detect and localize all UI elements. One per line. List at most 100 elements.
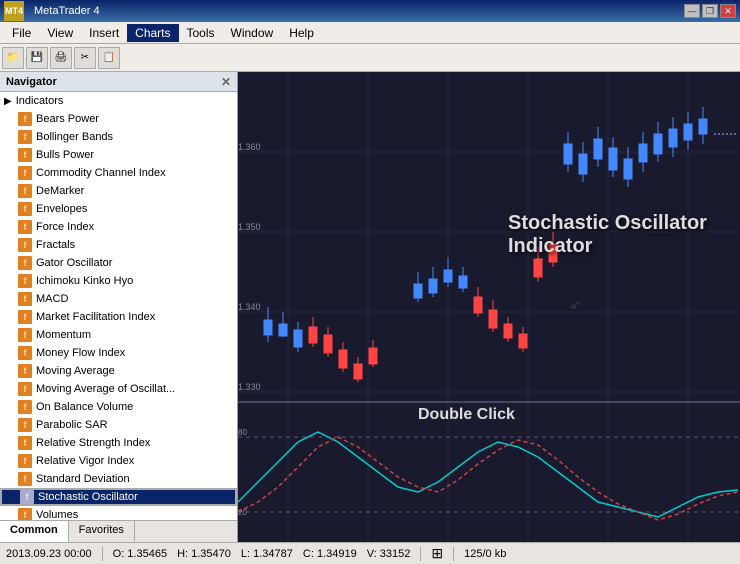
list-item[interactable]: f Gator Oscillator — [0, 254, 237, 272]
indicator-icon: f — [18, 472, 32, 486]
navigator-panel: Navigator ✕ ▶ Indicators f Bears Power f… — [0, 72, 238, 542]
list-item[interactable]: f Volumes — [0, 506, 237, 520]
status-separator-3 — [453, 547, 454, 561]
list-item[interactable]: f Force Index — [0, 218, 237, 236]
title-bar-left: MT4 MetaTrader 4 — [4, 1, 100, 21]
list-item[interactable]: f Envelopes — [0, 200, 237, 218]
status-open: O: 1.35465 — [113, 548, 167, 560]
indicator-icon: f — [18, 166, 32, 180]
indicator-icon: f — [18, 220, 32, 234]
indicator-icon: f — [18, 454, 32, 468]
list-item[interactable]: f Bears Power — [0, 110, 237, 128]
tab-common[interactable]: Common — [0, 521, 69, 542]
double-click-label: Double Click — [418, 406, 515, 424]
nav-indicators-root-label: Indicators — [16, 95, 64, 107]
status-bars-icon: ⊞ — [431, 545, 443, 562]
indicator-icon: f — [18, 328, 32, 342]
status-high: H: 1.35470 — [177, 548, 231, 560]
menu-charts[interactable]: Charts — [127, 24, 178, 42]
toolbar-btn-2[interactable]: 💾 — [26, 47, 48, 69]
indicator-icon: f — [18, 184, 32, 198]
indicator-icon: f — [18, 364, 32, 378]
status-volume: V: 33152 — [367, 548, 411, 560]
list-item[interactable]: f Bollinger Bands — [0, 128, 237, 146]
list-item[interactable]: f Ichimoku Kinko Hyo — [0, 272, 237, 290]
nav-indicators-root[interactable]: ▶ Indicators — [0, 92, 237, 110]
menu-bar: File View Insert Charts Tools Window Hel… — [0, 22, 740, 44]
status-bar: 2013.09.23 00:00 O: 1.35465 H: 1.35470 L… — [0, 542, 740, 564]
status-separator-1 — [102, 547, 103, 561]
app-icon: MT4 — [4, 1, 24, 21]
status-low: L: 1.34787 — [241, 548, 293, 560]
list-item[interactable]: f MACD — [0, 290, 237, 308]
svg-text:1.350: 1.350 — [238, 222, 261, 232]
toolbar-btn-1[interactable]: 📁 — [2, 47, 24, 69]
svg-text:1.330: 1.330 — [238, 382, 261, 392]
list-item[interactable]: f Relative Vigor Index — [0, 452, 237, 470]
status-datetime: 2013.09.23 00:00 — [6, 548, 92, 560]
title-bar: MT4 MetaTrader 4 — ❐ ✕ — [0, 0, 740, 22]
indicator-icon: f — [18, 274, 32, 288]
list-item[interactable]: f Parabolic SAR — [0, 416, 237, 434]
list-item[interactable]: f Money Flow Index — [0, 344, 237, 362]
list-item[interactable]: f Fractals — [0, 236, 237, 254]
list-item[interactable]: f DeMarker — [0, 182, 237, 200]
menu-help[interactable]: Help — [281, 24, 322, 42]
indicator-icon: f — [18, 112, 32, 126]
svg-text:80: 80 — [238, 428, 247, 437]
toolbar: 📁 💾 🖨 ✂ 📋 — [0, 44, 740, 72]
list-item[interactable]: f Moving Average — [0, 362, 237, 380]
indicator-icon: f — [18, 508, 32, 520]
indicator-icon: f — [18, 130, 32, 144]
list-item[interactable]: f Relative Strength Index — [0, 434, 237, 452]
annotation-arrow: ↙ — [570, 297, 581, 313]
navigator-header: Navigator ✕ — [0, 72, 237, 92]
menu-insert[interactable]: Insert — [81, 24, 127, 42]
title-bar-title: MetaTrader 4 — [34, 5, 100, 17]
status-separator-2 — [420, 547, 421, 561]
menu-view[interactable]: View — [39, 24, 81, 42]
indicator-icon: f — [18, 436, 32, 450]
menu-window[interactable]: Window — [223, 24, 282, 42]
toolbar-btn-5[interactable]: 📋 — [98, 47, 120, 69]
indicator-icon: f — [18, 382, 32, 396]
toolbar-btn-4[interactable]: ✂ — [74, 47, 96, 69]
navigator-list[interactable]: ▶ Indicators f Bears Power f Bollinger B… — [0, 92, 237, 520]
menu-tools[interactable]: Tools — [179, 24, 223, 42]
list-item[interactable]: f Bulls Power — [0, 146, 237, 164]
list-item[interactable]: f Moving Average of Oscillat... — [0, 380, 237, 398]
status-close: C: 1.34919 — [303, 548, 357, 560]
minimize-button[interactable]: — — [684, 4, 700, 18]
list-item[interactable]: f Momentum — [0, 326, 237, 344]
navigator-close-button[interactable]: ✕ — [221, 75, 231, 89]
indicator-icon: f — [18, 202, 32, 216]
svg-text:20: 20 — [238, 508, 247, 517]
indicator-icon: f — [18, 400, 32, 414]
indicator-icon: f — [18, 346, 32, 360]
navigator-tabs: Common Favorites — [0, 520, 237, 542]
tab-favorites[interactable]: Favorites — [69, 521, 135, 542]
list-item[interactable]: f Commodity Channel Index — [0, 164, 237, 182]
list-item[interactable]: f Standard Deviation — [0, 470, 237, 488]
restore-button[interactable]: ❐ — [702, 4, 718, 18]
list-item[interactable]: f On Balance Volume — [0, 398, 237, 416]
svg-text:1.360: 1.360 — [238, 142, 261, 152]
list-item[interactable]: f Market Facilitation Index — [0, 308, 237, 326]
list-item-stochastic[interactable]: f Stochastic Oscillator — [0, 488, 237, 506]
close-button[interactable]: ✕ — [720, 4, 736, 18]
indicator-icon: f — [18, 238, 32, 252]
indicator-icon-selected: f — [20, 490, 34, 504]
svg-text:1.340: 1.340 — [238, 302, 261, 312]
menu-file[interactable]: File — [4, 24, 39, 42]
indicator-icon: f — [18, 256, 32, 270]
toolbar-btn-3[interactable]: 🖨 — [50, 47, 72, 69]
indicator-icon: f — [18, 148, 32, 162]
status-memory: 125/0 kb — [464, 548, 506, 560]
chart-area[interactable]: 1.360 1.350 1.340 1.330 80 20 Stochastic… — [238, 72, 740, 542]
main-content: Navigator ✕ ▶ Indicators f Bears Power f… — [0, 72, 740, 542]
indicator-icon: f — [18, 310, 32, 324]
selected-indicator-label: Stochastic Oscillator — [38, 491, 138, 503]
navigator-title: Navigator — [6, 76, 57, 88]
indicator-icon: f — [18, 418, 32, 432]
indicator-icon: f — [18, 292, 32, 306]
